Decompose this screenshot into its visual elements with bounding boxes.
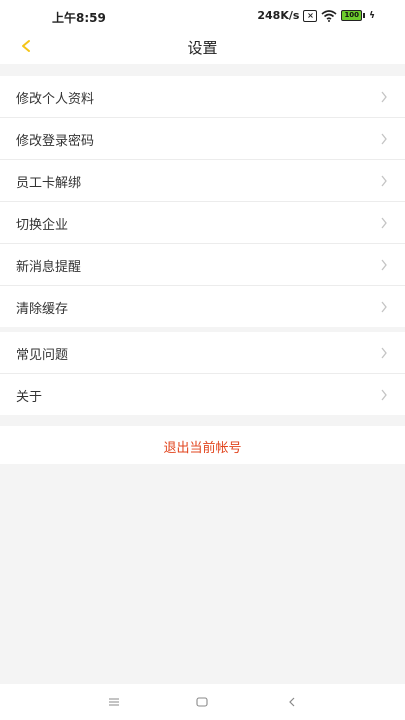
chevron-right-icon bbox=[381, 301, 387, 313]
settings-row-switch-company[interactable]: 切换企业 bbox=[0, 202, 405, 244]
system-menu-button[interactable] bbox=[104, 692, 124, 712]
menu-icon bbox=[109, 698, 119, 706]
chevron-right-icon bbox=[381, 217, 387, 229]
row-label: 新消息提醒 bbox=[16, 260, 82, 275]
sim-x-icon: × bbox=[303, 9, 318, 22]
settings-group-account: 修改个人资料 修改登录密码 员工卡解绑 切换企业 新消息提醒 清除缓存 bbox=[0, 76, 405, 327]
settings-group-help: 常见问题 关于 bbox=[0, 332, 405, 415]
settings-row-change-password[interactable]: 修改登录密码 bbox=[0, 118, 405, 160]
row-label: 修改个人资料 bbox=[16, 92, 95, 107]
row-label: 修改登录密码 bbox=[16, 134, 95, 149]
charging-icon: ϟ bbox=[369, 10, 375, 21]
chevron-right-icon bbox=[381, 259, 387, 271]
chevron-right-icon bbox=[381, 133, 387, 145]
home-icon bbox=[196, 697, 208, 707]
page-title: 设置 bbox=[187, 39, 218, 57]
back-icon bbox=[289, 697, 295, 707]
system-home-button[interactable] bbox=[192, 692, 212, 712]
row-label: 关于 bbox=[16, 390, 43, 405]
wifi-icon bbox=[321, 9, 337, 22]
row-label: 员工卡解绑 bbox=[16, 176, 82, 191]
settings-row-about[interactable]: 关于 bbox=[0, 374, 405, 415]
system-nav-bar bbox=[0, 684, 405, 720]
settings-row-faq[interactable]: 常见问题 bbox=[0, 332, 405, 374]
settings-row-notifications[interactable]: 新消息提醒 bbox=[0, 244, 405, 286]
row-label: 切换企业 bbox=[16, 218, 69, 233]
chevron-right-icon bbox=[381, 175, 387, 187]
system-back-button[interactable] bbox=[282, 692, 302, 712]
battery-level: 100 bbox=[341, 10, 363, 21]
row-label: 常见问题 bbox=[16, 348, 69, 363]
battery-icon: 100 bbox=[341, 10, 366, 21]
status-indicators: 248K/s × 100 ϟ bbox=[257, 9, 375, 22]
status-bar: 上午8:59 248K/s × 100 ϟ bbox=[0, 0, 405, 30]
network-speed: 248K/s bbox=[257, 9, 300, 22]
row-label: 清除缓存 bbox=[16, 302, 69, 317]
settings-row-clear-cache[interactable]: 清除缓存 bbox=[0, 286, 405, 327]
chevron-right-icon bbox=[381, 347, 387, 359]
header-bar: 设置 bbox=[0, 30, 405, 64]
chevron-right-icon bbox=[381, 91, 387, 103]
logout-button[interactable]: 退出当前帐号 bbox=[0, 437, 405, 456]
status-time: 上午8:59 bbox=[52, 11, 106, 25]
settings-row-unbind-card[interactable]: 员工卡解绑 bbox=[0, 160, 405, 202]
chevron-right-icon bbox=[381, 389, 387, 401]
settings-row-edit-profile[interactable]: 修改个人资料 bbox=[0, 76, 405, 118]
logout-area: 退出当前帐号 bbox=[0, 426, 405, 464]
